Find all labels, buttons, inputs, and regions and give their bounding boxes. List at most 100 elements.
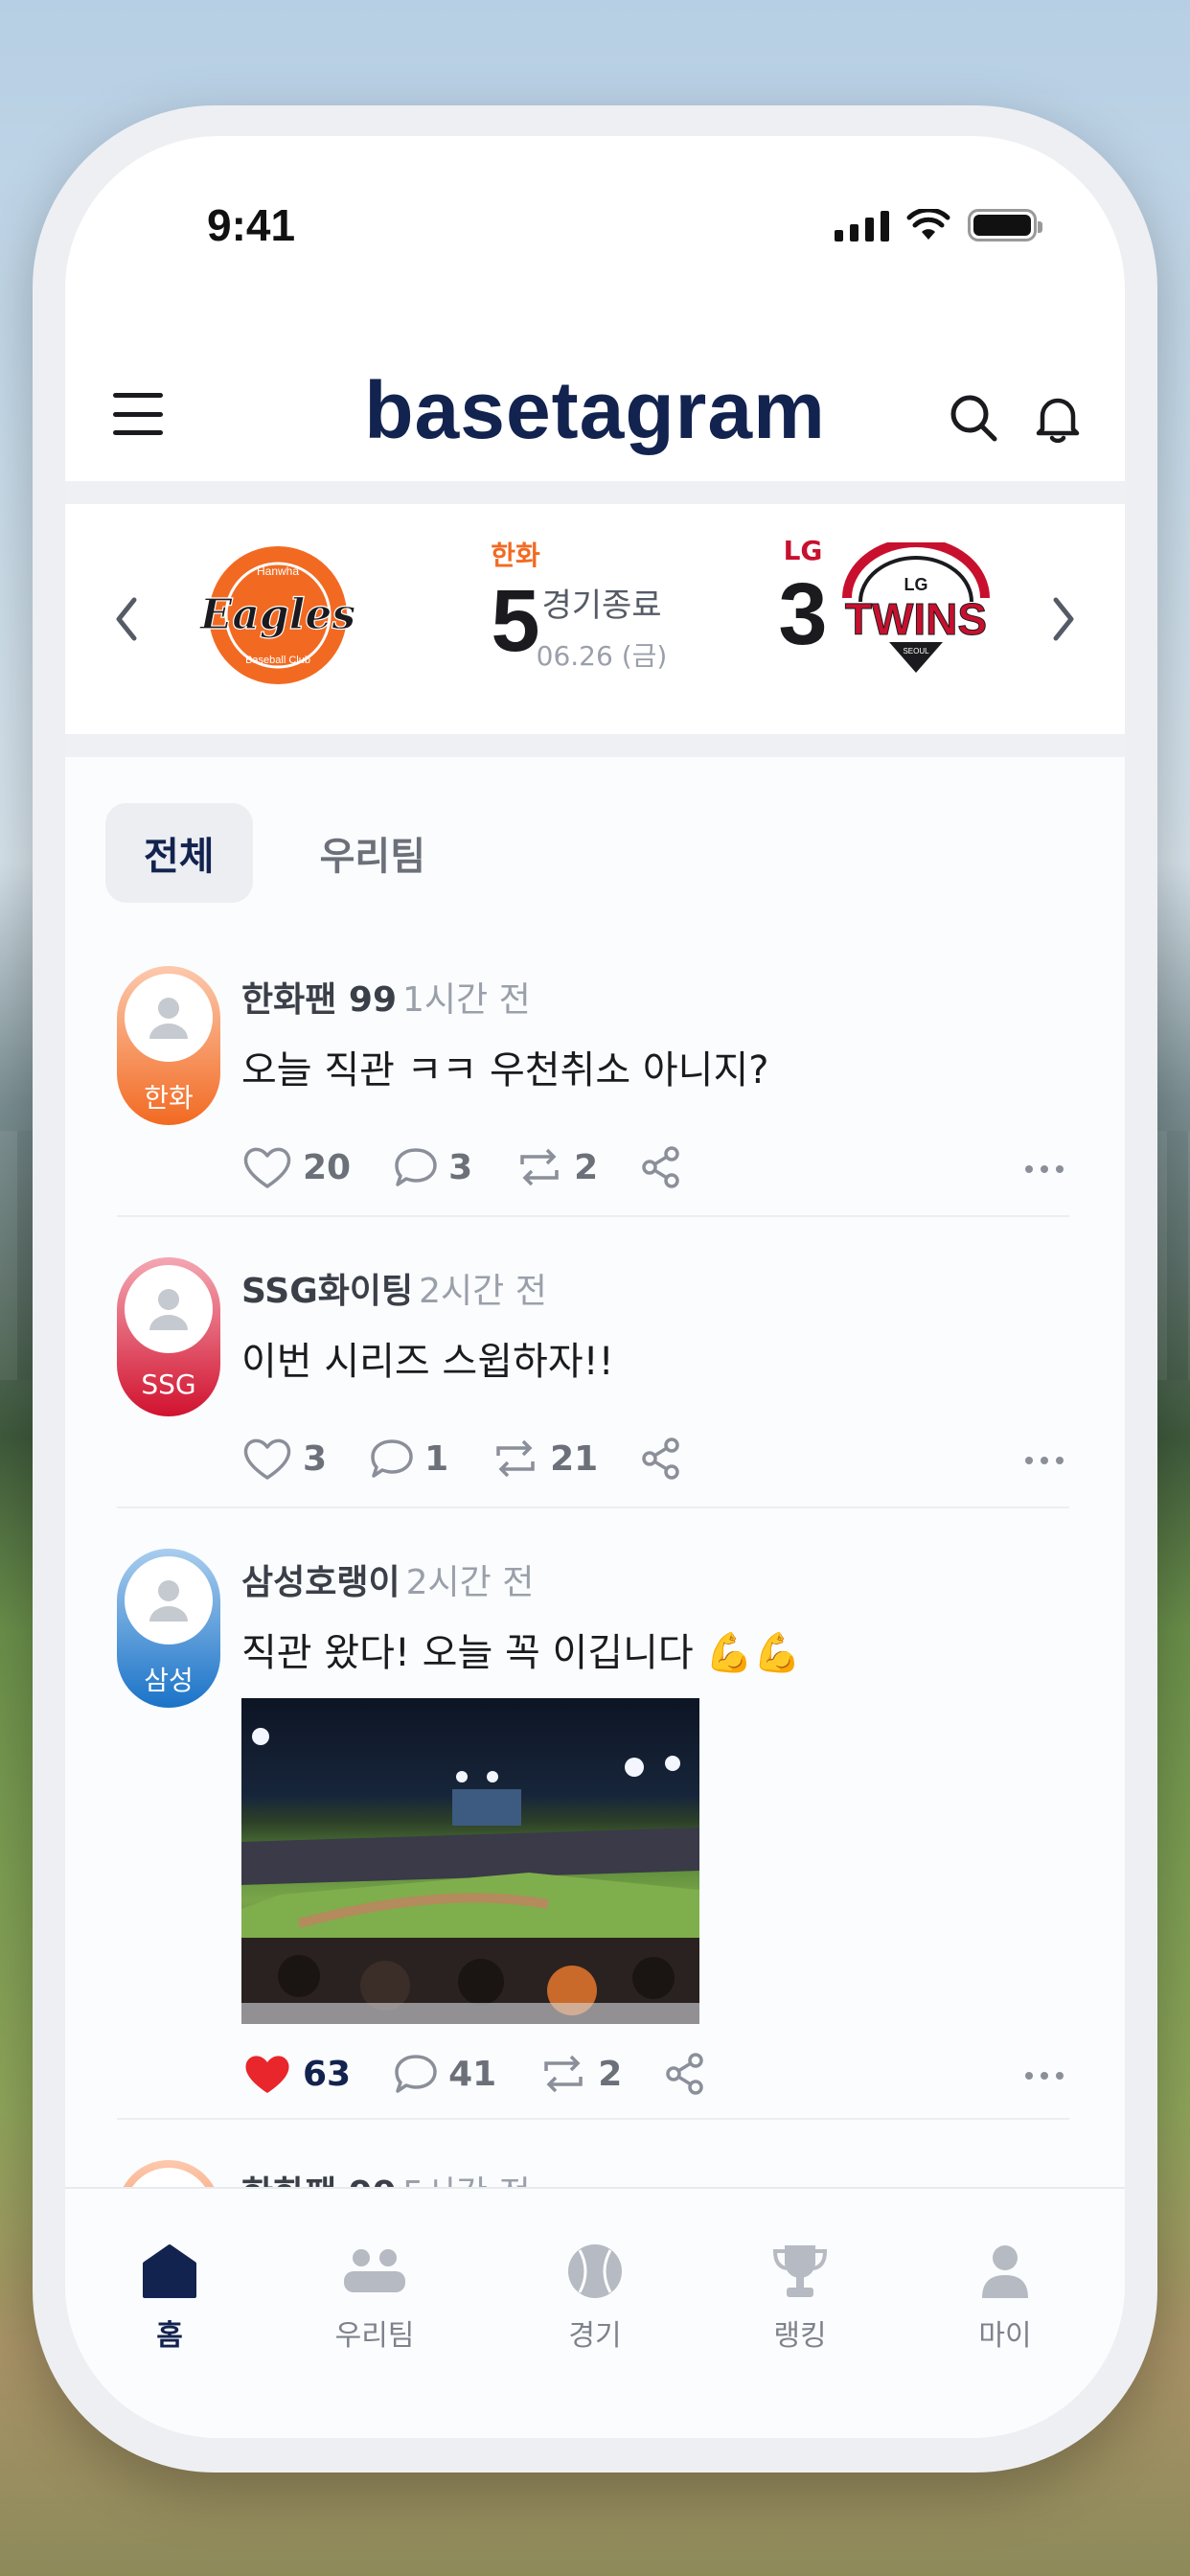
comment-button[interactable]: 41 — [393, 2052, 496, 2096]
stadium-photo-art — [241, 1728, 699, 2024]
stadium-photo[interactable] — [241, 1698, 699, 2024]
post-username[interactable]: SSG화이팅 — [241, 1272, 413, 1311]
avatar[interactable] — [117, 2160, 220, 2187]
trophy-icon — [772, 2245, 828, 2297]
divider — [65, 481, 1125, 504]
post-text: 이번 시리즈 스윕하자!! — [241, 1340, 614, 1384]
comment-button[interactable]: 1 — [369, 1437, 448, 1481]
nav-my-team-label: 우리팀 — [334, 2319, 415, 2353]
avatar-team-label: 삼성 — [144, 1665, 194, 1696]
svg-text:LG: LG — [904, 575, 928, 594]
like-button[interactable]: 3 — [241, 1436, 327, 1482]
share-icon[interactable] — [664, 2052, 706, 2096]
repost-icon — [520, 1148, 559, 1186]
comment-count: 1 — [424, 1438, 449, 1479]
wifi-icon — [906, 209, 950, 240]
twins-logo: LG TWINS SEOUL — [842, 542, 990, 673]
post-header: 삼성호랭이 2시간 전 — [241, 1554, 534, 1604]
nav-home-label: 홈 — [156, 2319, 183, 2353]
tab-all[interactable]: 전체 — [105, 803, 253, 903]
repost-button[interactable]: 2 — [538, 2052, 622, 2096]
post-username[interactable]: 한화팬 99 — [241, 2174, 397, 2187]
battery-icon — [968, 209, 1042, 242]
svg-text:Hanwha: Hanwha — [257, 564, 299, 578]
tab-my-team[interactable]: 우리팀 — [282, 803, 464, 903]
post-item[interactable]: SSG SSG화이팅 2시간 전 이번 시리즈 스윕하자!! 3 1 21 — [117, 1257, 1069, 1508]
nav-my-team[interactable]: 우리팀 — [303, 2241, 446, 2354]
user-silhouette-icon — [149, 998, 188, 1039]
post-header: SSG화이팅 2시간 전 — [241, 1263, 547, 1313]
bell-icon[interactable] — [1031, 391, 1085, 445]
post-item[interactable]: 한화 한화팬 991시간 전 오늘 직관 ㅋㅋ 우천취소 아니지? 20 3 — [117, 966, 1069, 1217]
comment-button[interactable]: 3 — [393, 1145, 472, 1189]
post-header: 한화팬 99 5시간 전 — [241, 2166, 531, 2187]
person-icon — [982, 2245, 1028, 2298]
feed: 전체 우리팀 한화 한화팬 99 1시간 전 오늘 직관 ㅋㅋ 우천취소 아니지?… — [65, 757, 1125, 2187]
like-button[interactable]: 20 — [241, 1144, 351, 1190]
more-options-icon[interactable] — [1025, 1457, 1064, 1464]
away-team: LG 3 — [765, 535, 841, 662]
svg-text:Eagles: Eagles — [199, 590, 355, 639]
post-item[interactable]: 한화팬 99 5시간 전 — [117, 2160, 1069, 2187]
game-scoreboard[interactable]: Hanwha Eagles Baseball Club 한화 5 경기종료 06… — [65, 504, 1125, 734]
avatar[interactable]: 한화 — [117, 966, 220, 1125]
repost-icon — [496, 1439, 535, 1478]
nav-ranking[interactable]: 랭킹 — [728, 2241, 872, 2354]
repost-count: 2 — [574, 1147, 599, 1187]
comment-count: 41 — [448, 2054, 497, 2094]
post-time: 5시간 전 — [402, 2174, 531, 2187]
status-icons — [835, 209, 1042, 242]
user-silhouette-icon — [149, 1580, 188, 1622]
game-status: 경기종료 06.26 (금) — [515, 579, 688, 674]
avatar-team-label: SSG — [141, 1368, 196, 1400]
share-icon[interactable] — [640, 1437, 682, 1481]
post-actions: 63 41 2 — [241, 2051, 706, 2097]
nav-ranking-label: 랭킹 — [773, 2319, 827, 2353]
search-icon[interactable] — [947, 391, 1000, 445]
heart-filled-icon — [245, 2056, 289, 2093]
baseball-icon — [568, 2244, 622, 2298]
post-actions: 20 3 2 — [241, 1144, 682, 1190]
team-icon — [344, 2249, 405, 2292]
post-time: 2시간 전 — [405, 1563, 535, 1602]
chevron-right-icon[interactable] — [1044, 592, 1083, 646]
post-username[interactable]: 한화팬 99 — [241, 980, 397, 1020]
repost-button[interactable]: 2 — [515, 1145, 598, 1189]
game-date: 06.26 (금) — [536, 640, 668, 672]
status-time: 9:41 — [207, 200, 296, 250]
user-silhouette-icon — [149, 1289, 188, 1330]
nav-game-label: 경기 — [568, 2319, 622, 2353]
app-screen: 9:41 basetagram Hanwha Eagles Baseball C… — [65, 136, 1125, 2438]
post-time: 2시간 전 — [419, 1272, 547, 1311]
comment-icon — [395, 2055, 437, 2093]
more-options-icon[interactable] — [1025, 1165, 1064, 1173]
comment-icon — [395, 1148, 437, 1186]
repost-button[interactable]: 21 — [491, 1437, 598, 1481]
post-time: 1시간 전 — [402, 980, 531, 1020]
comment-icon — [371, 1439, 413, 1478]
heart-icon — [243, 1438, 291, 1480]
status-bar: 9:41 — [65, 136, 1125, 299]
chevron-left-icon[interactable] — [107, 592, 146, 646]
avatar-team-label: 한화 — [144, 1082, 194, 1114]
avatar[interactable]: SSG — [117, 1257, 220, 1416]
repost-count: 21 — [550, 1438, 599, 1479]
nav-my[interactable]: 마이 — [933, 2241, 1077, 2354]
post-username[interactable]: 삼성호랭이 — [241, 1563, 400, 1602]
avatar[interactable]: 삼성 — [117, 1549, 220, 1708]
like-button[interactable]: 63 — [241, 2051, 351, 2097]
comment-count: 3 — [448, 1147, 473, 1187]
post-header: 한화팬 99 1시간 전 — [241, 972, 531, 1022]
svg-text:SEOUL: SEOUL — [903, 647, 929, 656]
away-team-name: LG — [783, 535, 823, 566]
away-team-score: 3 — [778, 565, 828, 663]
more-options-icon[interactable] — [1025, 2072, 1064, 2080]
share-icon[interactable] — [640, 1145, 682, 1189]
nav-home[interactable]: 홈 — [98, 2241, 241, 2354]
bottom-navigation: 홈 우리팀 경기 랭킹 마이 — [65, 2187, 1125, 2438]
heart-icon — [243, 1147, 291, 1188]
app-header: basetagram — [65, 356, 1125, 481]
feed-tabs: 전체 우리팀 — [105, 803, 464, 903]
nav-game[interactable]: 경기 — [523, 2241, 667, 2354]
post-item[interactable]: 삼성 삼성호랭이 2시간 전 직관 왔다! 오늘 꼭 이깁니다 💪💪 63 41… — [117, 1549, 1069, 2120]
